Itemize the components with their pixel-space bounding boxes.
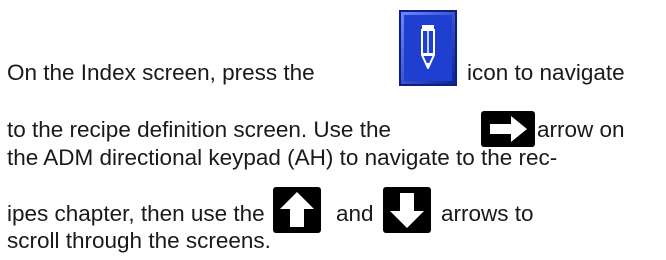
- up-arrow-icon: [273, 187, 321, 233]
- right-arrow-icon: [481, 111, 535, 147]
- text-line-3: the ADM directional keypad (AH) to navig…: [7, 144, 557, 171]
- line5-text: scroll through the screens.: [7, 228, 271, 253]
- down-arrow-icon: [383, 187, 431, 233]
- line3-text: the ADM directional keypad (AH) to navig…: [7, 145, 558, 170]
- text-line-4: ipes chapter, then use the: [7, 200, 265, 227]
- line4-text-middle: and: [336, 201, 374, 226]
- line1-text-before: On the Index screen, press the: [7, 60, 315, 85]
- line1-text-after: icon to navigate: [467, 60, 625, 85]
- line4-text-after: arrows to: [441, 201, 534, 226]
- text-line-5: scroll through the screens.: [7, 227, 271, 254]
- instruction-page: { "paragraph": { "line1_before": "On the…: [0, 0, 666, 260]
- line2-text-before: to the recipe definition screen. Use the: [7, 117, 391, 142]
- text-line-4-end: arrows to: [441, 200, 534, 227]
- text-line-4-middle: and: [336, 200, 374, 227]
- text-line-1-end: icon to navigate: [467, 59, 625, 86]
- text-line-1: On the Index screen, press the: [7, 59, 315, 86]
- line4-text-before: ipes chapter, then use the: [7, 201, 265, 226]
- text-line-2-end: arrow on: [537, 116, 625, 143]
- text-line-2: to the recipe definition screen. Use the: [7, 116, 391, 143]
- pencil-icon: [399, 10, 457, 86]
- line2-text-after: arrow on: [537, 117, 625, 142]
